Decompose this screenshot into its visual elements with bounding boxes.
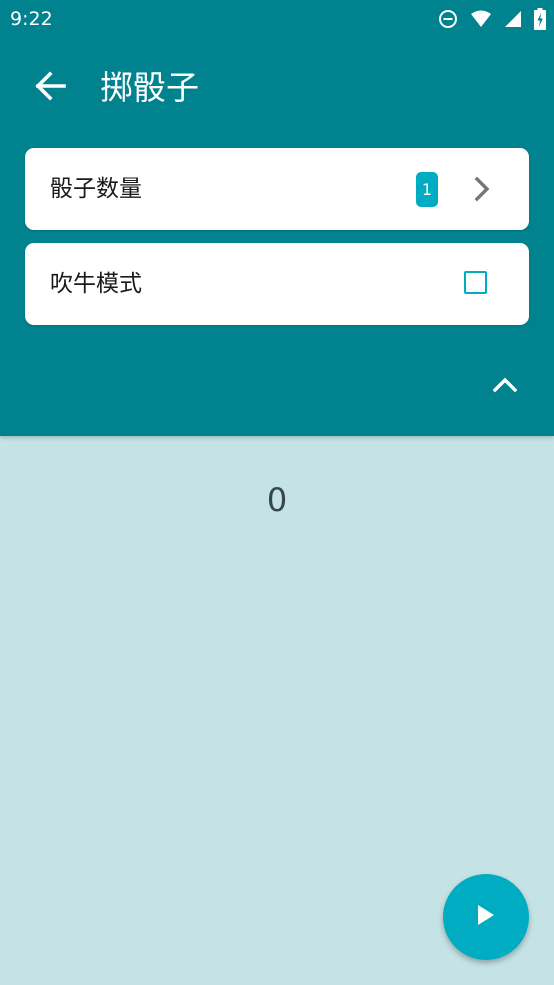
dice-result: 0 bbox=[266, 481, 288, 519]
back-button[interactable] bbox=[24, 64, 76, 112]
chevron-up-icon bbox=[491, 375, 519, 399]
dice-count-label: 骰子数量 bbox=[50, 176, 142, 202]
chevron-right-icon bbox=[465, 172, 499, 206]
do-not-disturb-icon bbox=[438, 9, 458, 29]
arrow-back-icon bbox=[32, 68, 68, 108]
status-bar: 9:22 bbox=[0, 0, 554, 38]
battery-charging-icon bbox=[534, 8, 546, 30]
page-title: 掷骰子 bbox=[100, 68, 199, 107]
roll-dice-button[interactable] bbox=[443, 874, 529, 960]
status-time: 9:22 bbox=[10, 8, 53, 30]
top-panel: 9:22 掷骰子 骰子数量 1 吹牛模式 bbox=[0, 0, 554, 436]
collapse-button[interactable] bbox=[480, 362, 530, 412]
wifi-icon bbox=[470, 10, 492, 28]
status-icons bbox=[438, 7, 546, 31]
bluff-mode-label: 吹牛模式 bbox=[50, 271, 142, 297]
bluff-mode-checkbox[interactable] bbox=[464, 271, 487, 294]
bluff-mode-row[interactable]: 吹牛模式 bbox=[25, 243, 529, 325]
dice-count-badge: 1 bbox=[416, 172, 438, 207]
dice-count-row[interactable]: 骰子数量 1 bbox=[25, 148, 529, 230]
signal-icon bbox=[504, 10, 522, 28]
play-icon bbox=[475, 903, 497, 931]
